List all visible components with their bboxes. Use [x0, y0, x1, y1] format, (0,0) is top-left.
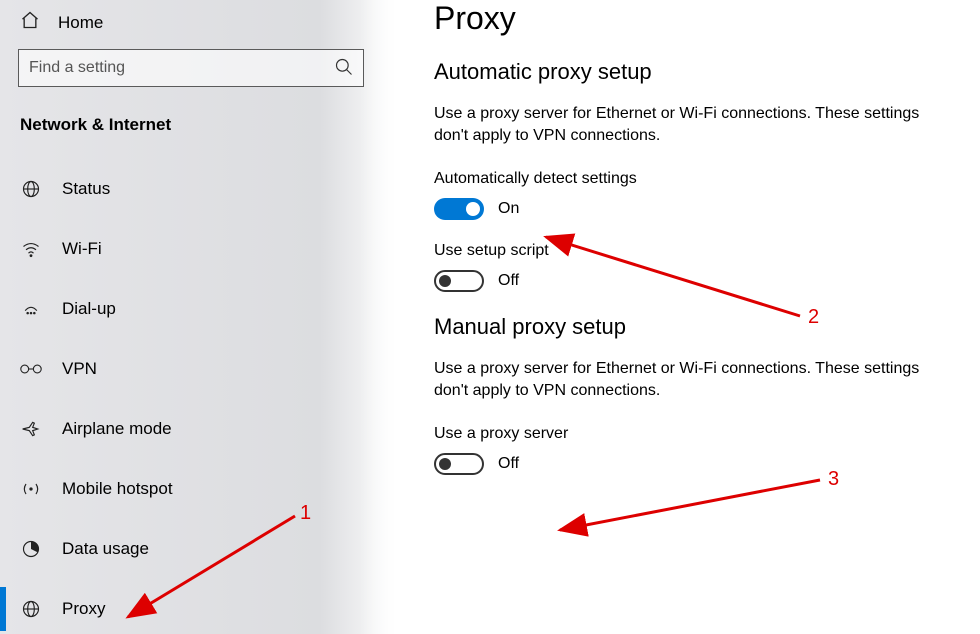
sidebar: Home Network & Internet Status Wi-Fi Dia… [0, 0, 400, 634]
auto-detect-toggle[interactable] [434, 198, 484, 220]
vpn-icon [20, 361, 42, 377]
auto-description: Use a proxy server for Ethernet or Wi-Fi… [434, 103, 950, 148]
sidebar-item-label: Airplane mode [62, 419, 172, 439]
annotation-2: 2 [808, 306, 819, 329]
search-input[interactable] [18, 49, 364, 87]
sidebar-item-label: Data usage [62, 539, 149, 559]
use-proxy-label: Use a proxy server [434, 425, 950, 443]
use-proxy-state: Off [498, 455, 519, 473]
sidebar-item-label: Proxy [62, 599, 105, 619]
hotspot-icon [20, 479, 42, 499]
annotation-1: 1 [300, 502, 311, 525]
annotation-3: 3 [828, 468, 839, 491]
sidebar-item-wifi[interactable]: Wi-Fi [0, 219, 400, 279]
home-icon [20, 10, 40, 35]
sidebar-item-datausage[interactable]: Data usage [0, 519, 400, 579]
sidebar-item-dialup[interactable]: Dial-up [0, 279, 400, 339]
search-container [0, 49, 400, 87]
section-auto-heading: Automatic proxy setup [434, 59, 950, 85]
search-icon [334, 57, 354, 82]
section-manual-heading: Manual proxy setup [434, 314, 950, 340]
globe-icon [20, 179, 42, 199]
sidebar-item-status[interactable]: Status [0, 159, 400, 219]
sidebar-item-vpn[interactable]: VPN [0, 339, 400, 399]
auto-detect-label: Automatically detect settings [434, 170, 950, 188]
auto-detect-state: On [498, 200, 519, 218]
data-icon [20, 539, 42, 559]
sidebar-item-label: Wi-Fi [62, 239, 102, 259]
sidebar-item-label: Mobile hotspot [62, 479, 173, 499]
manual-description: Use a proxy server for Ethernet or Wi-Fi… [434, 358, 950, 403]
setup-script-label: Use setup script [434, 242, 950, 260]
sidebar-item-label: Status [62, 179, 110, 199]
wifi-icon [20, 239, 42, 259]
sidebar-item-airplane[interactable]: Airplane mode [0, 399, 400, 459]
setup-script-toggle[interactable] [434, 270, 484, 292]
use-proxy-toggle[interactable] [434, 453, 484, 475]
sidebar-item-label: Dial-up [62, 299, 116, 319]
category-heading: Network & Internet [0, 87, 400, 159]
setup-script-state: Off [498, 272, 519, 290]
sidebar-item-label: VPN [62, 359, 97, 379]
airplane-icon [20, 419, 42, 439]
sidebar-item-hotspot[interactable]: Mobile hotspot [0, 459, 400, 519]
home-label: Home [58, 13, 103, 33]
nav-list: Status Wi-Fi Dial-up VPN Airplane mode M… [0, 159, 400, 634]
sidebar-item-proxy[interactable]: Proxy [0, 579, 400, 634]
dialup-icon [20, 299, 42, 319]
globe-icon [20, 599, 42, 619]
home-nav[interactable]: Home [0, 4, 400, 49]
main-content: Proxy Automatic proxy setup Use a proxy … [400, 0, 980, 634]
page-title: Proxy [434, 0, 950, 37]
